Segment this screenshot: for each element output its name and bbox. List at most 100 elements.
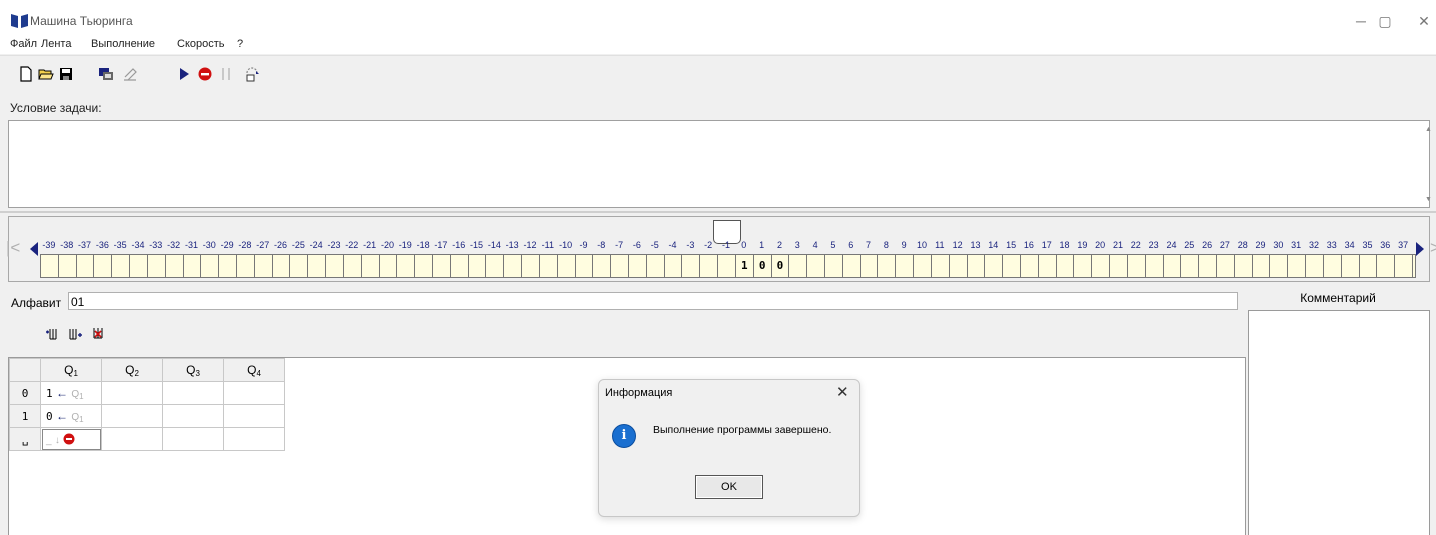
- insert-column-icon[interactable]: [68, 326, 82, 340]
- tape-cell[interactable]: [1164, 255, 1182, 277]
- tape-cell[interactable]: [1395, 255, 1413, 277]
- tape-cell[interactable]: [878, 255, 897, 277]
- tape-cell[interactable]: [1146, 255, 1164, 277]
- tape-cell[interactable]: [148, 255, 166, 277]
- tape-cell[interactable]: [1074, 255, 1093, 277]
- tape-cell[interactable]: [1092, 255, 1111, 277]
- dialog-close-icon[interactable]: ✕: [836, 383, 849, 401]
- tape-cell[interactable]: [308, 255, 327, 277]
- command-cell[interactable]: _ ↓: [40, 427, 102, 451]
- tape-scroll-end-icon[interactable]: >|: [1430, 238, 1436, 258]
- tape-cell[interactable]: [1003, 255, 1021, 277]
- tape-cell[interactable]: [380, 255, 398, 277]
- save-icon[interactable]: [58, 66, 74, 82]
- open-folder-icon[interactable]: [38, 66, 54, 82]
- comment-textarea[interactable]: [1248, 310, 1430, 535]
- tape-cell[interactable]: [1199, 255, 1217, 277]
- task-textarea[interactable]: [8, 120, 1430, 208]
- tape-cell[interactable]: [486, 255, 505, 277]
- tape-cell[interactable]: [290, 255, 309, 277]
- tape-cell[interactable]: [825, 255, 843, 277]
- command-cell[interactable]: [101, 381, 163, 405]
- state-header-q3[interactable]: Q3: [162, 358, 224, 382]
- tape-cell[interactable]: [522, 255, 540, 277]
- command-cell[interactable]: [162, 404, 224, 428]
- tape-cell[interactable]: [629, 255, 647, 277]
- tape-cell[interactable]: [1342, 255, 1360, 277]
- tape-clear-icon[interactable]: [122, 66, 138, 82]
- tape-cell[interactable]: [1377, 255, 1396, 277]
- command-cell[interactable]: [223, 381, 285, 405]
- tape-cell[interactable]: [593, 255, 612, 277]
- command-cell[interactable]: 0 ← Q1: [40, 404, 102, 428]
- tape-cell[interactable]: [1324, 255, 1342, 277]
- tape-cell[interactable]: [219, 255, 237, 277]
- state-header-q4[interactable]: Q4: [223, 358, 285, 382]
- tape-cell[interactable]: [184, 255, 202, 277]
- tape-cell[interactable]: 0: [754, 255, 772, 277]
- command-cell[interactable]: [101, 404, 163, 428]
- state-header-q1[interactable]: Q1: [40, 358, 102, 382]
- tape-cell[interactable]: [1128, 255, 1146, 277]
- tape-cell[interactable]: [718, 255, 736, 277]
- tape-cell[interactable]: [611, 255, 629, 277]
- tape-cell[interactable]: [647, 255, 665, 277]
- delete-column-icon[interactable]: [91, 326, 105, 340]
- tape-cell[interactable]: 0: [772, 255, 790, 277]
- tape-cell[interactable]: [665, 255, 683, 277]
- tape-cell[interactable]: [843, 255, 861, 277]
- scroll-down-icon[interactable]: ▼: [1425, 196, 1432, 203]
- menu-run[interactable]: Выполнение: [91, 38, 155, 50]
- tape-cell[interactable]: [433, 255, 451, 277]
- tape-cell[interactable]: [576, 255, 594, 277]
- pause-icon[interactable]: [218, 66, 234, 82]
- menu-file[interactable]: Файл: [10, 38, 37, 50]
- tape-cell[interactable]: [344, 255, 362, 277]
- tape-cell[interactable]: [540, 255, 558, 277]
- tape-cell[interactable]: [166, 255, 184, 277]
- splitter[interactable]: [0, 211, 1436, 213]
- tape-cell[interactable]: [807, 255, 825, 277]
- tape-cell[interactable]: [504, 255, 523, 277]
- tape-cell[interactable]: [896, 255, 915, 277]
- tape-cell[interactable]: [558, 255, 576, 277]
- tape-cell[interactable]: [1110, 255, 1128, 277]
- tape-cell[interactable]: [112, 255, 131, 277]
- tape-cell[interactable]: [397, 255, 416, 277]
- tape-cell[interactable]: [326, 255, 344, 277]
- menu-speed[interactable]: Скорость: [177, 38, 225, 50]
- tape-cell[interactable]: [1270, 255, 1289, 277]
- tape-cell[interactable]: [255, 255, 273, 277]
- tape-cell[interactable]: [59, 255, 77, 277]
- tape-cell[interactable]: [950, 255, 968, 277]
- new-file-icon[interactable]: [18, 66, 34, 82]
- tape-cell[interactable]: [932, 255, 950, 277]
- tape-settings-icon[interactable]: [98, 66, 114, 82]
- tape-cell[interactable]: [94, 255, 113, 277]
- tape-cell[interactable]: [362, 255, 380, 277]
- tape-cell[interactable]: [1217, 255, 1235, 277]
- command-cell[interactable]: [101, 427, 163, 451]
- close-button[interactable]: ✕: [1401, 10, 1436, 32]
- tape-cell[interactable]: [985, 255, 1004, 277]
- menu-help[interactable]: ?: [237, 38, 243, 50]
- tape-cell[interactable]: [451, 255, 469, 277]
- tape-cell[interactable]: [861, 255, 879, 277]
- tape-cell[interactable]: [1253, 255, 1271, 277]
- tape-cell[interactable]: [1039, 255, 1057, 277]
- tape-cell[interactable]: [1021, 255, 1039, 277]
- tape-cell[interactable]: [1306, 255, 1324, 277]
- tape-cell[interactable]: [914, 255, 932, 277]
- command-cell[interactable]: [223, 404, 285, 428]
- scroll-up-icon[interactable]: ▲: [1425, 126, 1432, 133]
- tape-cell[interactable]: [682, 255, 701, 277]
- tape-cell[interactable]: [1181, 255, 1200, 277]
- command-cell[interactable]: [162, 381, 224, 405]
- tape-cell[interactable]: [41, 255, 59, 277]
- tape-cell[interactable]: [789, 255, 808, 277]
- tape-cell[interactable]: [1360, 255, 1378, 277]
- command-cell[interactable]: [223, 427, 285, 451]
- step-icon[interactable]: [244, 66, 260, 82]
- add-column-icon[interactable]: [45, 326, 59, 340]
- menu-tape[interactable]: Лента: [41, 38, 71, 50]
